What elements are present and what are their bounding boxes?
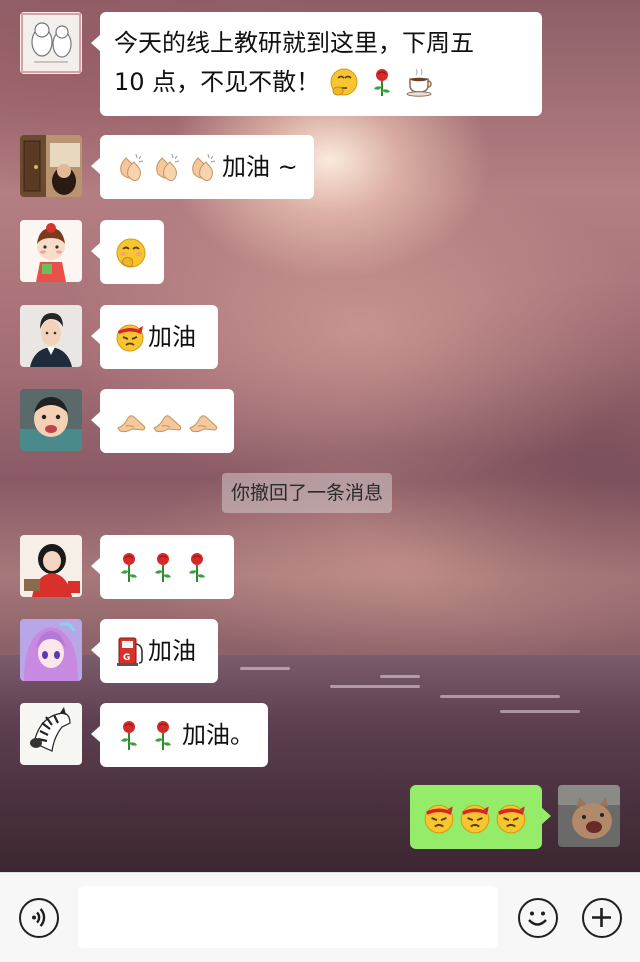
avatar-man-suit[interactable] [20, 305, 82, 367]
message-row [20, 535, 234, 599]
emoji-icon[interactable] [518, 898, 558, 938]
avatar-baby[interactable] [20, 389, 82, 451]
message-row: 加油。 [20, 703, 268, 767]
pointing-hand-emoji [114, 404, 148, 438]
avatar-photo-door[interactable] [20, 135, 82, 197]
avatar-red-girl[interactable] [20, 535, 82, 597]
message-bubble-self[interactable] [410, 785, 551, 849]
grinning-covering-mouth-emoji [114, 236, 148, 270]
rose-emoji [116, 718, 142, 752]
rose-emoji [369, 66, 395, 98]
message-bubble[interactable]: G 加油 [91, 619, 218, 683]
determined-face-emoji [458, 801, 492, 835]
message-input[interactable] [78, 886, 498, 948]
rose-emoji [150, 550, 176, 584]
message-row: 加油 [20, 305, 218, 369]
message-text: 加油 [148, 323, 196, 351]
input-bar [0, 872, 640, 962]
message-bubble[interactable] [91, 220, 164, 284]
avatar-cartoon-sketch[interactable] [20, 12, 82, 74]
avatar-anime-purple[interactable] [20, 619, 82, 681]
clapping-hands-emoji [186, 150, 220, 184]
message-row [20, 220, 164, 284]
svg-text:G: G [123, 653, 130, 663]
rose-emoji [150, 718, 176, 752]
message-bubble[interactable]: 加油 [91, 305, 218, 369]
recall-notice: 你撤回了一条消息 [222, 473, 393, 513]
message-bubble[interactable] [91, 535, 234, 599]
message-text: 加油。 [182, 721, 254, 749]
message-text: 加油 ~ [222, 153, 298, 181]
chat-screen: 今天的线上教研就到这里，下周五 10 点，不见不散！ 加油 ~ 加油 你撤回了一… [0, 0, 640, 962]
message-bubble[interactable]: 今天的线上教研就到这里，下周五 10 点，不见不散！ [91, 12, 542, 116]
coffee-emoji [405, 66, 437, 98]
rose-emoji [116, 550, 142, 584]
avatar-cat[interactable] [558, 785, 620, 847]
plus-icon[interactable] [582, 898, 622, 938]
fuel-pump-emoji: G [114, 634, 146, 668]
message-bubble[interactable]: 加油。 [91, 703, 268, 767]
pointing-hand-emoji [186, 404, 220, 438]
message-text: 今天的线上教研就到这里，下周五 [114, 29, 474, 57]
message-bubble[interactable] [91, 389, 234, 453]
message-row-self [410, 785, 620, 849]
thinking-face-emoji [328, 66, 360, 98]
avatar-zebra[interactable] [20, 703, 82, 765]
clapping-hands-emoji [150, 150, 184, 184]
message-row [20, 389, 234, 453]
determined-face-emoji [114, 321, 146, 353]
determined-face-emoji [494, 801, 528, 835]
rose-emoji [184, 550, 210, 584]
voice-icon[interactable] [19, 898, 59, 938]
avatar-cartoon-girl[interactable] [20, 220, 82, 282]
pointing-hand-emoji [150, 404, 184, 438]
message-row: 加油 ~ [20, 135, 314, 199]
determined-face-emoji [422, 801, 456, 835]
message-text: 加油 [148, 637, 196, 665]
clapping-hands-emoji [114, 150, 148, 184]
message-text: 10 点，不见不散！ [114, 68, 321, 96]
message-row: 今天的线上教研就到这里，下周五 10 点，不见不散！ [20, 12, 542, 116]
message-row: G 加油 [20, 619, 218, 683]
message-bubble[interactable]: 加油 ~ [91, 135, 314, 199]
